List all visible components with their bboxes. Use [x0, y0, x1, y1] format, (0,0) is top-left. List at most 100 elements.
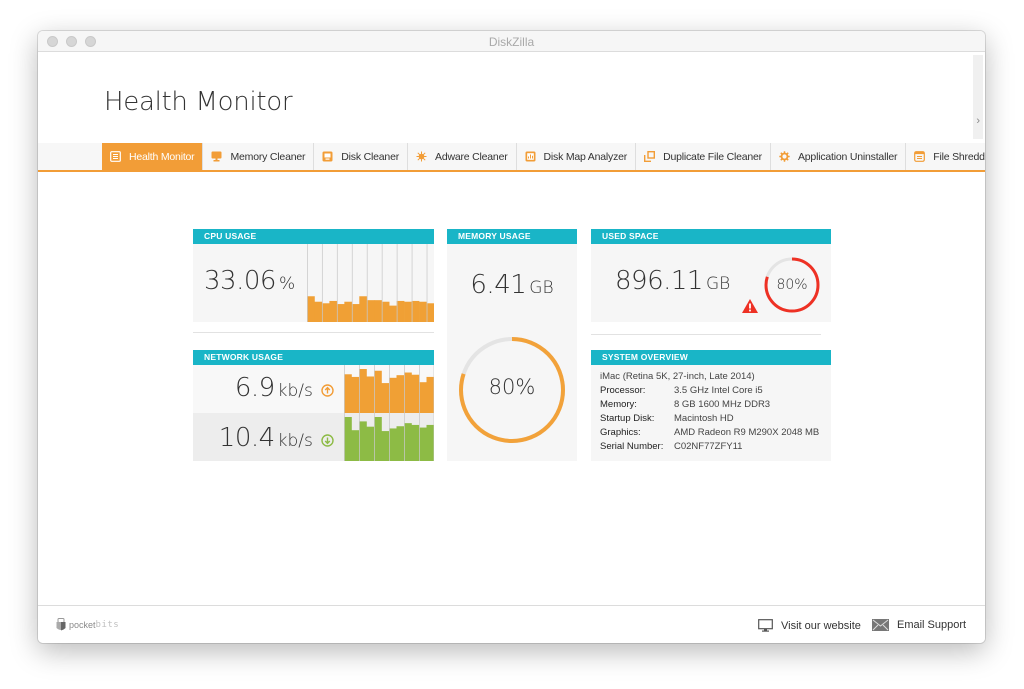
monitor-icon — [211, 151, 222, 162]
cpu-history-bar — [426, 303, 434, 322]
chart-icon — [525, 151, 536, 162]
system-info-value: C02NF77ZFY11 — [674, 441, 743, 452]
cpu-history-chart — [307, 244, 434, 322]
window-title: DiskZilla — [488, 35, 535, 49]
email-support-label: Email Support — [897, 619, 967, 631]
download-history-bar — [389, 428, 397, 461]
tab-label: Duplicate File Cleaner — [663, 150, 762, 163]
system-info-label: Startup Disk: — [600, 413, 655, 424]
memory-percent: 80% — [488, 375, 536, 399]
download-history-bar — [366, 426, 375, 461]
tab-label: Adware Cleaner — [435, 150, 508, 163]
memory-amount: 6.41 — [470, 270, 527, 300]
used-space-percent: 80% — [776, 277, 808, 293]
cpu-history-bar — [381, 301, 390, 322]
system-model-value: iMac (Retina 5K, 27-inch, Late 2014) — [600, 371, 755, 382]
upload-history-bar — [351, 376, 360, 413]
logo-text-bits: bits — [95, 620, 120, 630]
download-history-bar — [419, 427, 427, 461]
warning-icon — [742, 299, 758, 313]
system-info-label: Processor: — [600, 385, 646, 396]
upload-history-bar — [389, 377, 397, 413]
health-monitor-icon — [110, 151, 121, 162]
cpu-history-bar — [411, 300, 420, 322]
system-info-value: Macintosh HD — [674, 413, 734, 424]
cpu-unit: % — [278, 274, 296, 294]
duplicate-icon — [644, 151, 656, 162]
title-bar: DiskZilla — [38, 31, 985, 52]
cpu-history-bar — [404, 301, 412, 322]
disk-icon — [322, 151, 333, 162]
system-info-row: Startup Disk: Macintosh HD — [600, 412, 819, 426]
upload-value: 6.9 kb/s — [235, 373, 334, 403]
system-info-label: Serial Number: — [600, 441, 664, 452]
system-info-label: Memory: — [600, 399, 637, 410]
dashboard: CPU USAGE 33.06% NETWORK USAGE 6.9 kb/s 1… — [38, 173, 985, 605]
upload-history-bar — [404, 372, 412, 413]
system-info-row: Serial Number: C02NF77ZFY11 — [600, 440, 819, 454]
used-space-unit: GB — [705, 274, 731, 294]
tab-duplicate-file-cleaner[interactable]: Duplicate File Cleaner — [636, 143, 771, 170]
upload-history-bar — [359, 369, 367, 413]
tab-label: Memory Cleaner — [230, 150, 306, 163]
memory-value: 6.41 GB — [447, 270, 577, 300]
used-space-card: 896.11 GB 80% — [591, 244, 831, 322]
tab-label: File Shredder — [933, 150, 985, 163]
download-history-bar — [404, 423, 412, 461]
network-usage-header: NETWORK USAGE — [193, 350, 434, 365]
tab-application-uninstaller[interactable]: Application Uninstaller — [771, 143, 907, 170]
cpu-usage-header: CPU USAGE — [193, 229, 434, 244]
system-info-value: 3.5 GHz Intel Core i5 — [674, 385, 763, 396]
email-support-link[interactable]: Email Support — [872, 619, 966, 631]
tab-health-monitor[interactable]: Health Monitor — [102, 143, 204, 170]
footer: pocket bits Visit our website Email Suppo… — [38, 605, 985, 643]
cpu-history-bar — [321, 303, 330, 322]
download-unit: kb/s — [277, 431, 313, 451]
tab-bar: Health Monitor Memory Cleaner Disk Cleaner… — [38, 143, 985, 172]
tab-file-shredder[interactable]: File Shredder — [906, 143, 985, 170]
divider — [591, 334, 821, 335]
used-space-header: USED SPACE — [591, 229, 831, 244]
tab-label: Health Monitor — [129, 150, 195, 163]
tab-adware-cleaner[interactable]: Adware Cleaner — [408, 143, 517, 170]
side-panel-toggle[interactable]: › — [973, 55, 983, 139]
memory-usage-card: 6.41 GB 80% — [447, 244, 577, 461]
upload-rate: 6.9 — [234, 373, 275, 403]
cpu-history-bar — [336, 304, 345, 322]
memory-unit: GB — [529, 278, 554, 298]
bug-icon — [416, 151, 427, 162]
download-history-bar — [381, 431, 390, 461]
download-history-bar — [396, 426, 405, 461]
logo-text-pocket: pocket — [69, 620, 96, 630]
cpu-history-bar — [366, 300, 375, 322]
cpu-history-bar — [307, 296, 315, 322]
cpu-history-bar — [419, 301, 427, 322]
download-history-chart — [344, 413, 434, 461]
download-history-bar — [426, 424, 434, 461]
system-info: iMac (Retina 5K, 27-inch, Late 2014) Pro… — [600, 370, 819, 454]
tab-disk-map-analyzer[interactable]: Disk Map Analyzer — [517, 143, 637, 170]
chevron-right-icon: › — [976, 115, 980, 127]
envelope-icon — [872, 619, 889, 631]
download-value: 10.4 kb/s — [219, 423, 334, 453]
monitor-icon — [758, 619, 773, 632]
tab-memory-cleaner[interactable]: Memory Cleaner — [203, 143, 315, 170]
download-history-bar — [374, 417, 382, 461]
tab-disk-cleaner[interactable]: Disk Cleaner — [314, 143, 409, 170]
system-overview-card: iMac (Retina 5K, 27-inch, Late 2014) Pro… — [591, 365, 831, 461]
cpu-history-bar — [314, 301, 323, 322]
shredder-icon — [914, 151, 926, 162]
upload-history-bar — [419, 382, 427, 413]
download-rate: 10.4 — [218, 423, 275, 453]
network-download-row: 10.4 kb/s — [193, 413, 434, 461]
upload-history-bar — [411, 374, 420, 413]
tab-label: Application Uninstaller — [797, 150, 898, 163]
memory-usage-header: MEMORY USAGE — [447, 229, 577, 244]
visit-website-link[interactable]: Visit our website — [758, 619, 861, 632]
download-history-bar — [359, 421, 367, 461]
cpu-history-bar — [374, 300, 383, 322]
system-overview-header: SYSTEM OVERVIEW — [591, 350, 831, 365]
used-space-amount: 896.11 — [615, 266, 703, 296]
tab-label: Disk Map Analyzer — [543, 150, 628, 163]
upload-history-bar — [366, 376, 375, 413]
